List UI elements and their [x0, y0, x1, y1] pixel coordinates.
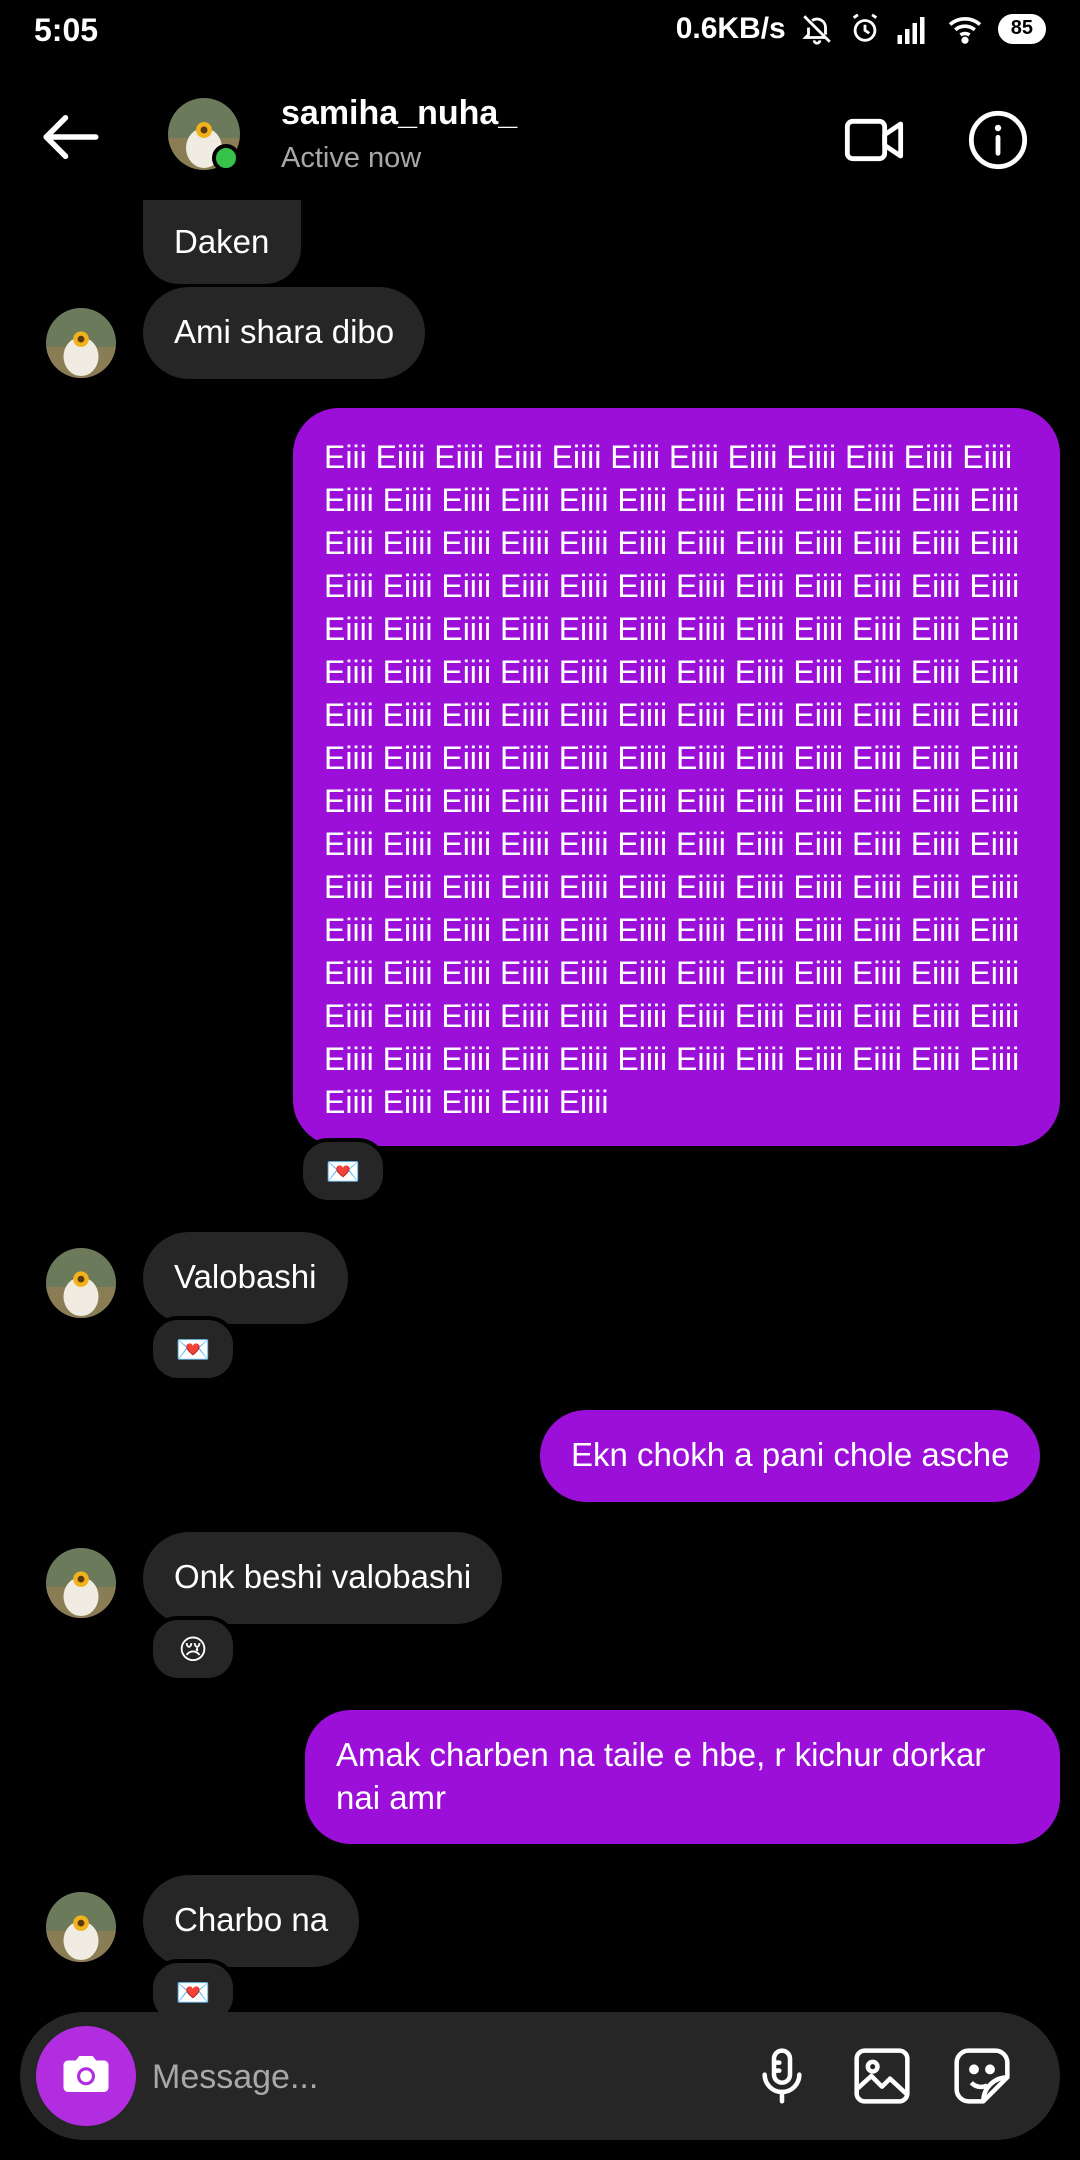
avatar[interactable] — [46, 1248, 116, 1318]
status-time: 5:05 — [34, 12, 99, 48]
info-icon[interactable] — [966, 108, 1030, 172]
network-speed: 0.6KB/s — [675, 12, 786, 45]
avatar[interactable] — [46, 1892, 116, 1962]
message-outgoing[interactable]: Eiii Eiiii Eiiii Eiiii Eiiii Eiiii Eiiii… — [293, 408, 1060, 1146]
reaction-badge[interactable]: 💌 — [149, 1316, 237, 1382]
message-text: Daken — [174, 223, 270, 260]
message-text: Ekn chokh a pani chole asche — [571, 1436, 1010, 1473]
signal-icon — [896, 14, 932, 44]
online-indicator — [212, 144, 240, 172]
message-input[interactable] — [150, 2046, 714, 2108]
message-text: Charbo na — [174, 1901, 329, 1938]
message-incoming[interactable]: Daken — [143, 200, 301, 284]
message-text: Ami shara dibo — [174, 313, 395, 350]
camera-button[interactable] — [36, 2026, 136, 2126]
alarm-icon — [848, 12, 882, 46]
video-call-icon[interactable] — [842, 108, 906, 172]
wifi-icon — [946, 14, 984, 44]
message-text: Eiii Eiiii Eiiii Eiiii Eiiii Eiiii Eiiii… — [324, 439, 1020, 1120]
message-composer — [20, 2012, 1060, 2140]
microphone-icon[interactable] — [750, 2044, 814, 2108]
active-status: Active now — [281, 142, 422, 174]
reaction-badge[interactable]: 💌 — [299, 1138, 387, 1204]
message-text: Amak charben na taile e hbe, r kichur do… — [336, 1736, 986, 1816]
love-letter-icon: 💌 — [175, 1976, 211, 2008]
status-bar: 5:05 0.6KB/s 85 — [0, 0, 1080, 62]
chat-header: samiha_nuha_ Active now — [0, 62, 1080, 212]
chat-username[interactable]: samiha_nuha_ — [281, 94, 517, 133]
message-text: Onk beshi valobashi — [174, 1558, 472, 1595]
message-outgoing[interactable]: Ekn chokh a pani chole asche — [540, 1410, 1041, 1502]
message-text: Valobashi — [174, 1258, 317, 1295]
message-incoming[interactable]: Ami shara dibo — [143, 287, 426, 379]
reaction-badge[interactable]: 😢 — [149, 1616, 237, 1682]
avatar[interactable] — [46, 1548, 116, 1618]
love-letter-icon: 💌 — [175, 1333, 211, 1365]
camera-icon — [59, 2047, 113, 2106]
battery-icon: 85 — [997, 14, 1046, 44]
crying-face-icon: 😢 — [178, 1633, 208, 1665]
message-incoming[interactable]: Charbo na — [143, 1875, 360, 1967]
love-letter-icon: 💌 — [325, 1155, 361, 1187]
message-incoming[interactable]: Onk beshi valobashi — [143, 1532, 503, 1624]
gallery-icon[interactable] — [850, 2044, 914, 2108]
back-arrow-icon[interactable] — [38, 104, 104, 170]
message-outgoing[interactable]: Amak charben na taile e hbe, r kichur do… — [305, 1710, 1060, 1844]
avatar[interactable] — [46, 308, 116, 378]
bell-muted-icon — [800, 12, 834, 46]
sticker-icon[interactable] — [950, 2044, 1014, 2108]
message-incoming[interactable]: Valobashi — [143, 1232, 348, 1324]
status-icons: 0.6KB/s 85 — [676, 12, 1046, 46]
